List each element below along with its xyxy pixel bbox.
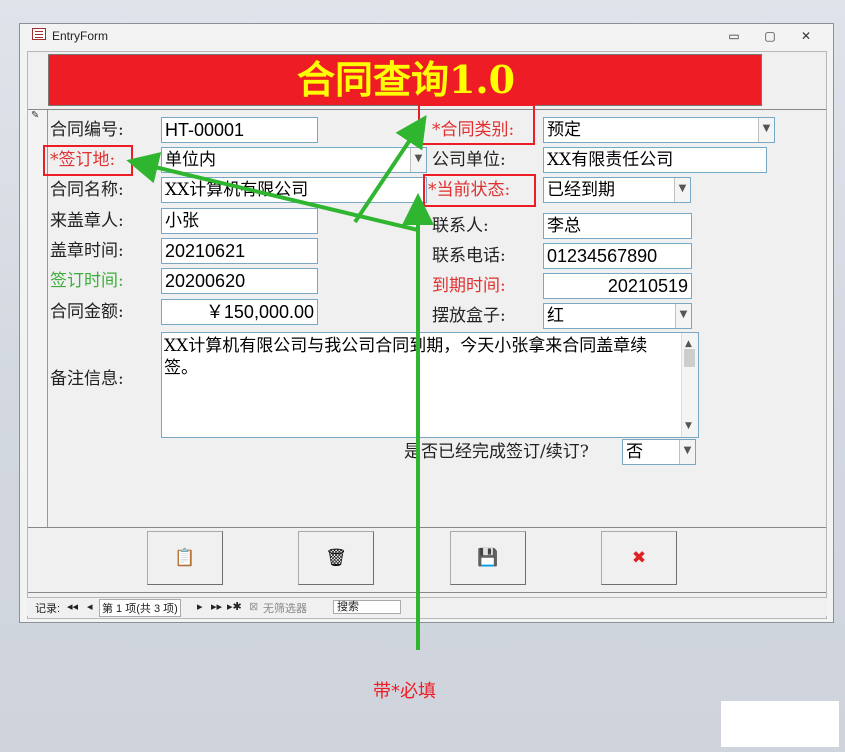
annotation-arrows (126, 115, 434, 650)
arrow-to-contract-type (353, 115, 427, 224)
annotation-text: 带*必填 (373, 681, 436, 702)
blank-patch (721, 701, 839, 747)
arrow-to-sign-place (126, 152, 419, 232)
